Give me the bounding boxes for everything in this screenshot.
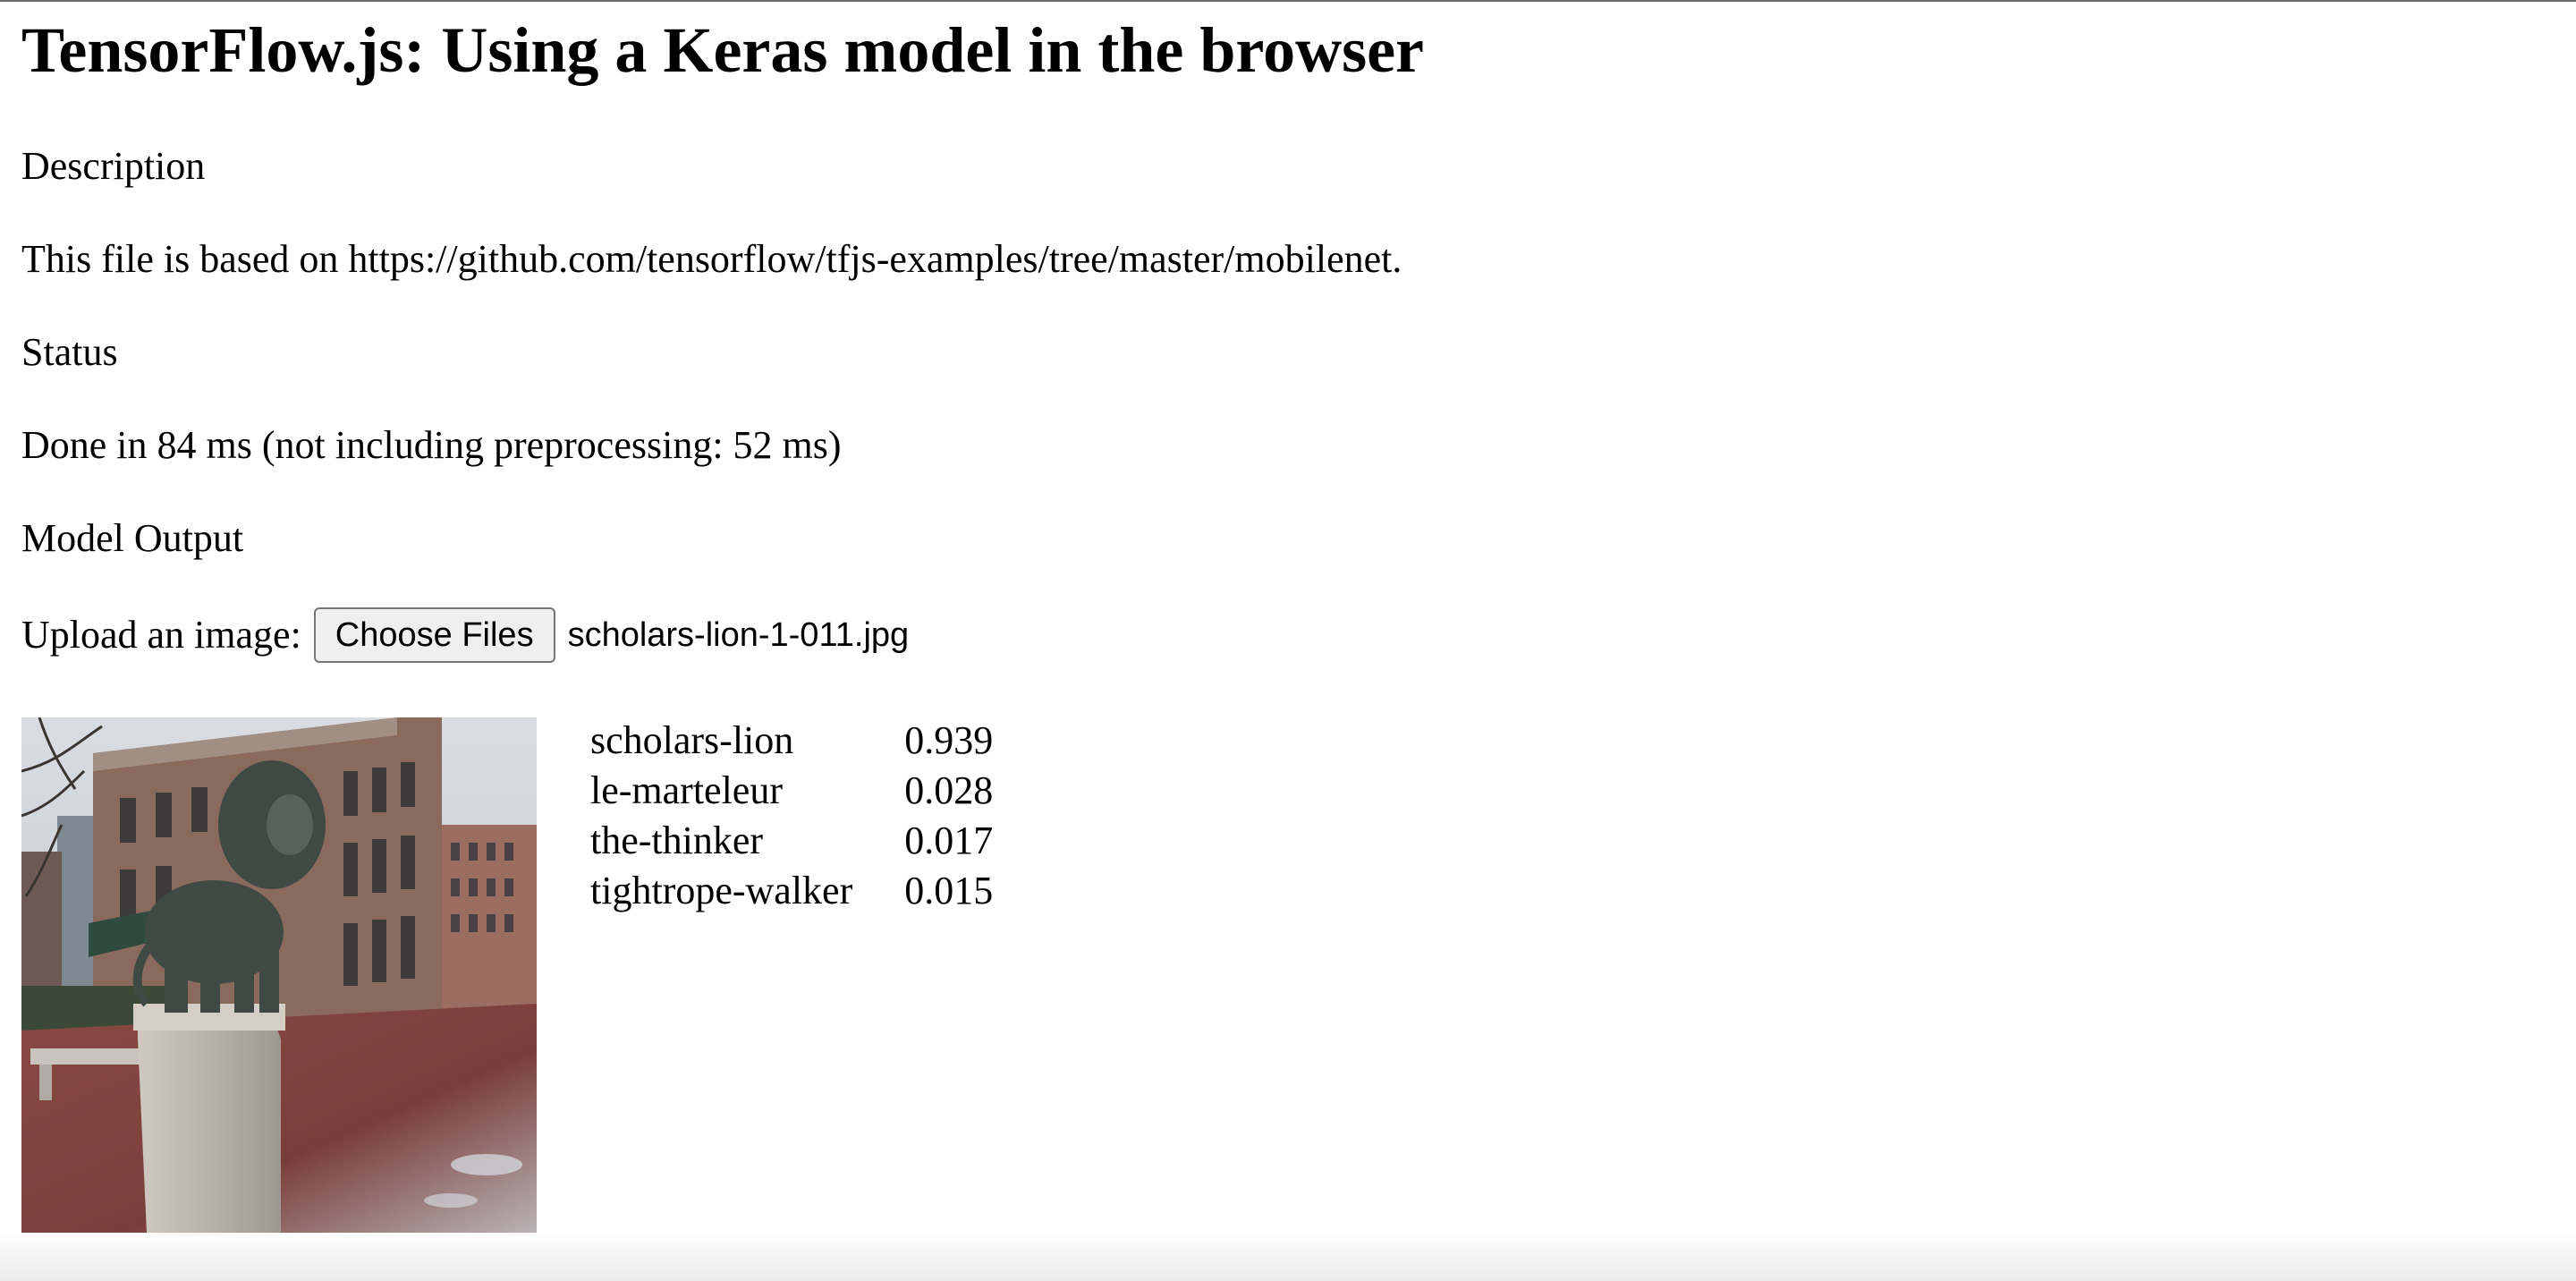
prediction-row: le-marteleur 0.028 [590, 766, 993, 816]
prediction-label: le-marteleur [590, 768, 783, 812]
description-heading: Description [21, 144, 206, 188]
prediction-score: 0.015 [904, 869, 994, 912]
prediction-label: the-thinker [590, 819, 764, 862]
choose-files-button[interactable]: Choose Files [313, 607, 555, 663]
status-text: Done in 84 ms (not including preprocessi… [21, 423, 842, 467]
prediction-score: 0.939 [904, 718, 994, 762]
upload-row: Upload an image: Choose Files scholars-l… [21, 607, 909, 664]
uploaded-image-preview [21, 717, 537, 1233]
status-heading: Status [21, 330, 118, 374]
window-bottom-shadow [0, 1231, 2576, 1281]
prediction-label: tightrope-walker [590, 869, 853, 912]
prediction-row: the-thinker 0.017 [590, 816, 993, 866]
window-top-border [0, 0, 2576, 2]
description-text: This file is based on https://github.com… [21, 237, 1402, 281]
page-title: TensorFlow.js: Using a Keras model in th… [21, 14, 1425, 86]
model-output-heading: Model Output [21, 516, 244, 560]
prediction-results-table: scholars-lion 0.939 le-marteleur 0.028 t… [590, 716, 993, 916]
prediction-score: 0.017 [904, 819, 994, 862]
selected-file-name: scholars-lion-1-011.jpg [567, 615, 910, 654]
prediction-row: scholars-lion 0.939 [590, 716, 993, 766]
prediction-score: 0.028 [904, 768, 994, 812]
upload-label: Upload an image: [21, 613, 301, 657]
prediction-row: tightrope-walker 0.015 [590, 866, 993, 916]
prediction-label: scholars-lion [590, 718, 794, 762]
